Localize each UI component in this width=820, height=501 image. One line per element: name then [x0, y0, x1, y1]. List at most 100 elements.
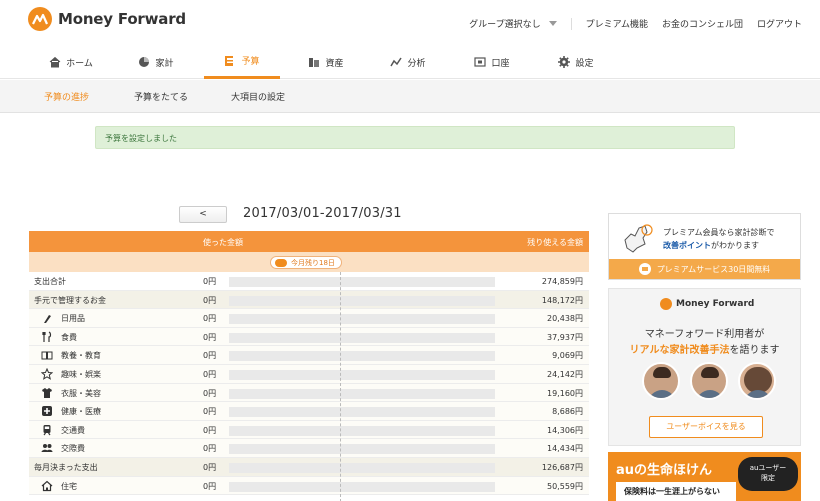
home-icon — [49, 56, 61, 68]
tab-settings[interactable]: 設定 — [548, 45, 604, 79]
logo[interactable]: Money Forward — [28, 7, 186, 31]
progress-bar — [229, 481, 495, 492]
today-badge: 今月残り18日 — [270, 256, 342, 269]
user-voice-ad: Money Forward マネーフォワード利用者が リアルな家計改善手法を語り… — [608, 288, 801, 446]
row-remaining-amount: 9,069円 — [552, 351, 583, 361]
tab-label: 口座 — [491, 58, 510, 69]
tab-label: ホーム — [66, 58, 93, 69]
logo-text: Money Forward — [58, 10, 186, 28]
row-used-amount: 0円 — [203, 462, 217, 472]
tab-budget[interactable]: 予算 — [204, 45, 280, 79]
row-label: 衣服・美容 — [61, 388, 101, 398]
au-insurance-ad[interactable]: auの生命ほけん auユーザー 限定 保険料は一生涯上がらない — [608, 452, 801, 501]
concierge-link[interactable]: お金のコンシェル団 — [662, 17, 743, 30]
progress-bar — [229, 462, 495, 473]
row-remaining-amount: 14,434円 — [547, 444, 583, 454]
group-selector[interactable]: グループ選択なし — [469, 17, 557, 30]
prev-period-button[interactable]: < — [179, 206, 227, 223]
subtab-plan[interactable]: 予算をたてる — [134, 90, 188, 103]
tab-label: 設定 — [575, 58, 594, 69]
premium-ad[interactable]: プレミアム会員なら家計診断で 改善ポイントがわかります プレミアムサービス30日… — [608, 213, 801, 280]
tab-accounts[interactable]: 口座 — [464, 45, 520, 79]
shirt-icon — [42, 387, 52, 398]
row-remaining-amount: 19,160円 — [547, 388, 583, 398]
row-label: 住宅 — [61, 481, 77, 491]
row-used-amount: 0円 — [203, 295, 217, 305]
subtab-category-settings[interactable]: 大項目の設定 — [231, 90, 285, 103]
tab-assets[interactable]: 資産 — [298, 45, 354, 79]
divider — [570, 17, 572, 30]
tab-household[interactable]: 家計 — [128, 45, 184, 79]
avatar — [738, 362, 776, 400]
table-row[interactable]: 支出合計 0円 274,859円 — [29, 272, 589, 291]
piggy-bank-icon — [275, 258, 287, 267]
star-icon — [41, 367, 53, 380]
user-voice-line2-rest: を語ります — [729, 345, 780, 356]
row-remaining-amount: 20,438円 — [547, 314, 583, 324]
row-remaining-amount: 8,686円 — [552, 407, 583, 417]
table-row[interactable]: 交通費 0円 14,306円 — [29, 420, 589, 440]
row-used-amount: 0円 — [203, 444, 217, 454]
table-row[interactable]: 手元で管理するお金 0円 148,172円 — [29, 290, 589, 310]
row-remaining-amount: 24,142円 — [547, 369, 583, 379]
premium-ad-line2: 改善ポイントがわかります — [663, 240, 759, 251]
chevron-down-icon — [548, 21, 557, 26]
group-selector-label: グループ選択なし — [469, 20, 541, 30]
row-used-amount: 0円 — [203, 277, 217, 286]
row-label: 交際費 — [61, 444, 85, 454]
budget-icon — [225, 55, 236, 66]
progress-bar — [229, 388, 495, 399]
today-row: 今月残り18日 — [29, 252, 589, 272]
account-icon — [474, 57, 487, 67]
subtab-progress[interactable]: 予算の進捗 — [44, 90, 89, 103]
row-label: 趣味・娯楽 — [61, 369, 101, 379]
main-tabs: ホーム 家計 予算 資産 分析 口座 設定 — [0, 45, 820, 79]
book-icon — [41, 351, 53, 360]
header-nav: グループ選択なし プレミアム機能 お金のコンシェル団 ログアウト — [469, 17, 802, 30]
column-used: 使った金額 — [203, 238, 243, 247]
row-label: 手元で管理するお金 — [34, 295, 106, 305]
today-badge-label: 今月残り18日 — [291, 258, 335, 267]
row-remaining-amount: 14,306円 — [547, 425, 583, 435]
user-voice-line1: マネーフォワード利用者が — [644, 329, 765, 340]
premium-ad-highlight: 改善ポイント — [663, 241, 711, 250]
period-title: 2017/03/01-2017/03/31 — [243, 206, 402, 221]
row-remaining-amount: 126,687円 — [541, 462, 583, 472]
medical-cross-icon — [42, 406, 52, 417]
row-label: 健康・医療 — [61, 407, 101, 417]
table-row[interactable]: 教養・教育 0円 9,069円 — [29, 346, 589, 365]
table-row[interactable]: 食費 0円 37,937円 — [29, 327, 589, 347]
people-icon — [41, 444, 53, 453]
analysis-icon — [390, 57, 403, 67]
train-icon — [43, 424, 51, 436]
row-label: 毎月決まった支出 — [34, 462, 98, 472]
premium-trial-label: プレミアムサービス30日間無料 — [656, 264, 771, 274]
table-row[interactable]: 毎月決まった支出 0円 126,687円 — [29, 457, 589, 477]
user-voice-button[interactable]: ユーザーボイスを見る — [649, 416, 763, 438]
table-header: 使った金額 残り使える金額 — [29, 231, 589, 252]
avatar — [690, 362, 728, 400]
tab-home[interactable]: ホーム — [40, 45, 102, 79]
progress-bar — [229, 314, 495, 325]
premium-link[interactable]: プレミアム機能 — [586, 17, 648, 30]
table-row[interactable]: 衣服・美容 0円 19,160円 — [29, 383, 589, 403]
progress-bar — [229, 332, 495, 343]
table-row[interactable]: 交際費 0円 14,434円 — [29, 439, 589, 458]
premium-ad-line2-rest: がわかります — [711, 241, 759, 250]
premium-ad-line1: プレミアム会員なら家計診断で — [663, 228, 775, 237]
table-row[interactable]: 住宅 0円 50,559円 — [29, 476, 589, 496]
budget-table: 使った金額 残り使える金額 今月残り18日 支出合計 0円 274,859円手元で管… — [29, 231, 589, 501]
table-row[interactable]: 日用品 0円 20,438円 — [29, 309, 589, 328]
tab-analysis[interactable]: 分析 — [380, 45, 436, 79]
house-icon — [41, 480, 53, 491]
row-remaining-amount: 37,937円 — [547, 332, 583, 342]
avatar — [642, 362, 680, 400]
user-photos — [642, 362, 776, 400]
table-row[interactable]: 健康・医療 0円 8,686円 — [29, 402, 589, 421]
table-row[interactable]: 趣味・娯楽 0円 24,142円 — [29, 364, 589, 384]
logout-link[interactable]: ログアウト — [757, 17, 802, 30]
progress-bar — [229, 407, 495, 418]
premium-trial-banner[interactable]: プレミアムサービス30日間無料 — [609, 259, 800, 279]
user-voice-highlight: リアルな家計改善手法 — [629, 345, 730, 356]
flash-message: 予算を設定しました — [95, 126, 735, 149]
